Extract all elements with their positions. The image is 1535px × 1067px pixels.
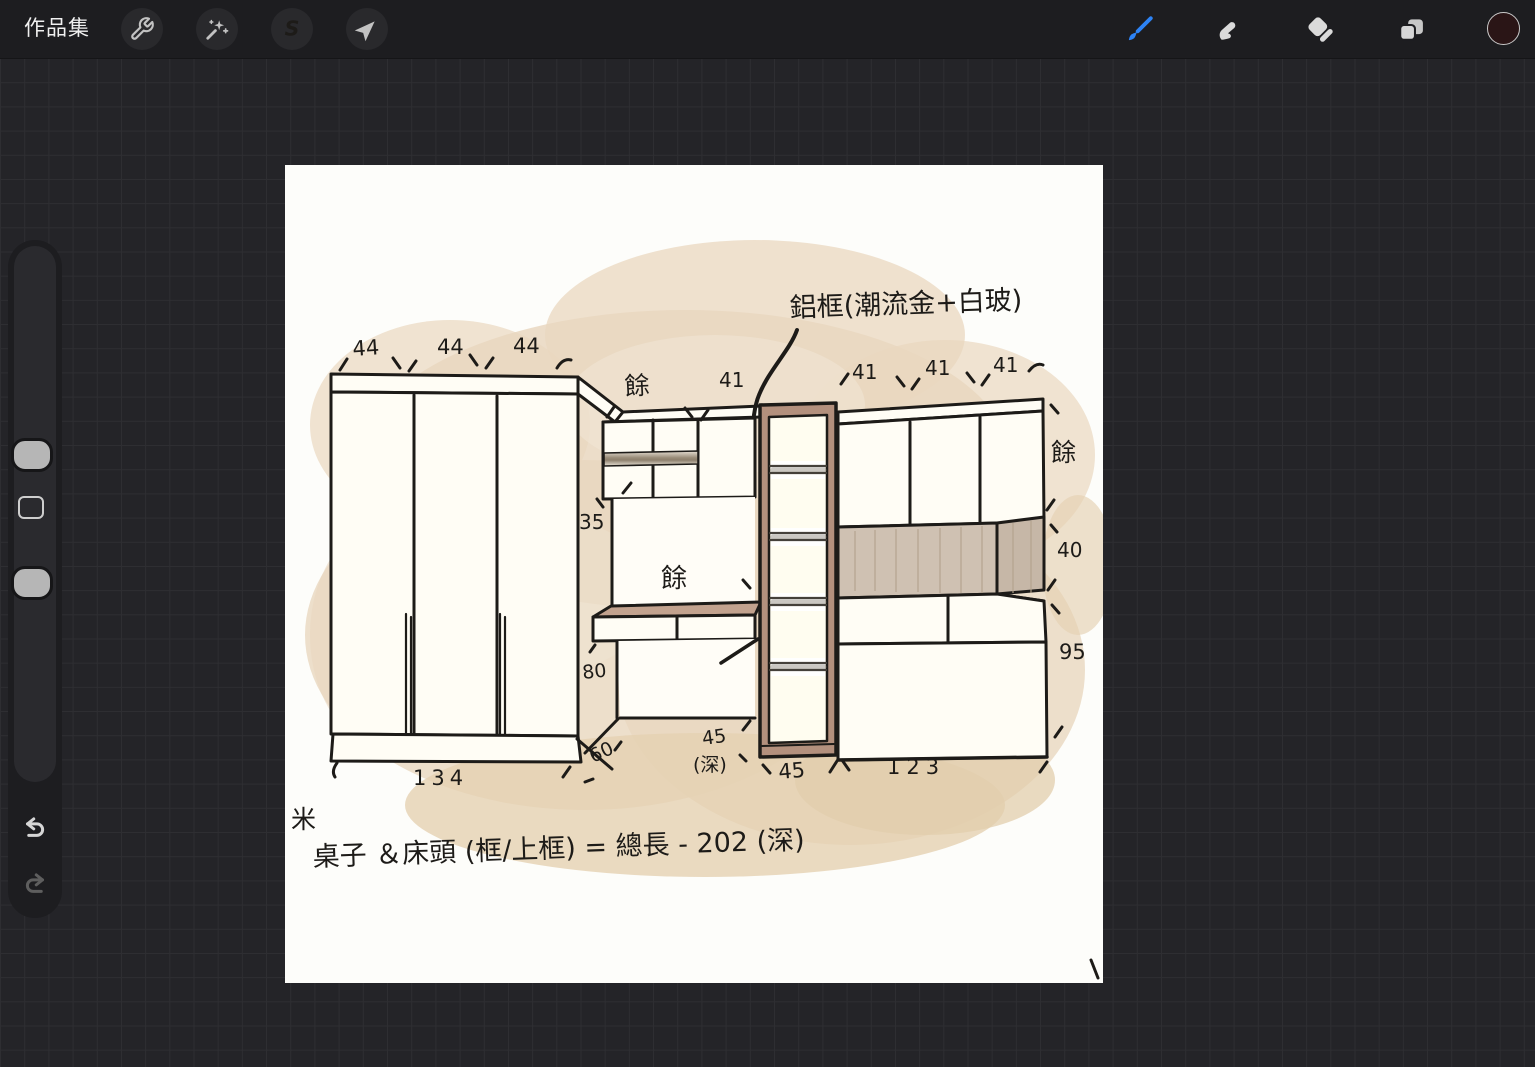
smudge-button[interactable] bbox=[1208, 8, 1250, 50]
dim-95: 95 bbox=[1059, 640, 1086, 664]
opacity-slider[interactable] bbox=[11, 566, 53, 600]
dim-123: 123 bbox=[887, 755, 945, 779]
undo-button[interactable] bbox=[20, 812, 50, 842]
dim-41-2: 41 bbox=[925, 356, 950, 380]
dim-35: 35 bbox=[579, 510, 604, 534]
dim-80: 80 bbox=[581, 660, 607, 684]
side-toolbar bbox=[8, 240, 62, 918]
dim-41-3: 41 bbox=[993, 353, 1018, 377]
magic-wand-icon bbox=[206, 19, 229, 40]
brush-size-slider[interactable] bbox=[11, 438, 53, 472]
eraser-button[interactable] bbox=[1299, 8, 1341, 50]
brush-button[interactable] bbox=[1119, 8, 1161, 50]
leftover-right-label: 餘 bbox=[1051, 438, 1076, 467]
selection-button[interactable]: S bbox=[271, 8, 313, 50]
gallery-button[interactable]: 作品集 bbox=[24, 0, 90, 58]
smudge-finger-icon bbox=[1219, 22, 1236, 40]
note-mark: 米 bbox=[291, 805, 316, 834]
layers-icon bbox=[1399, 19, 1423, 41]
adjustments-button[interactable] bbox=[196, 8, 238, 50]
eraser-icon bbox=[1308, 17, 1333, 42]
dim-41-1: 41 bbox=[852, 360, 877, 384]
modify-button[interactable] bbox=[18, 496, 44, 519]
dim-44-1: 44 bbox=[352, 335, 380, 361]
undo-icon bbox=[26, 817, 45, 837]
svg-text:S: S bbox=[285, 17, 300, 41]
brush-icon bbox=[1128, 16, 1153, 41]
transform-button[interactable] bbox=[346, 8, 388, 50]
leftover-mid-label: 餘 bbox=[661, 564, 687, 594]
dim-44-3: 44 bbox=[513, 334, 540, 358]
transform-arrow-icon bbox=[354, 21, 375, 42]
wrench-button[interactable] bbox=[121, 8, 163, 50]
wrench-icon bbox=[131, 17, 154, 40]
dim-45-depth-unit: (深) bbox=[693, 754, 727, 776]
selection-s-icon: S bbox=[285, 17, 300, 41]
redo-icon bbox=[25, 873, 44, 893]
dim-44-2: 44 bbox=[437, 335, 464, 359]
dim-134: 134 bbox=[413, 766, 468, 790]
dim-40: 40 bbox=[1057, 538, 1082, 562]
dim-41-mid: 41 bbox=[719, 368, 744, 392]
dim-45-width: 45 bbox=[777, 758, 806, 784]
leftover-top-label: 餘 bbox=[624, 371, 650, 401]
drawing-canvas[interactable]: 鋁框(潮流金+白玻) 44 44 44 餘 41 41 41 41 餘 40 9… bbox=[285, 165, 1103, 983]
sketch-drawing: 鋁框(潮流金+白玻) 44 44 44 餘 41 41 41 41 餘 40 9… bbox=[291, 240, 1103, 980]
top-toolbar: 作品集 S bbox=[0, 0, 1535, 59]
procreate-app-window: { "window": { "gallery_button": "作品集" },… bbox=[0, 0, 1535, 1067]
color-swatch[interactable] bbox=[1487, 12, 1520, 45]
layers-button[interactable] bbox=[1390, 8, 1432, 50]
dim-45-depth: 45 bbox=[701, 725, 728, 750]
redo-button[interactable] bbox=[20, 868, 50, 898]
